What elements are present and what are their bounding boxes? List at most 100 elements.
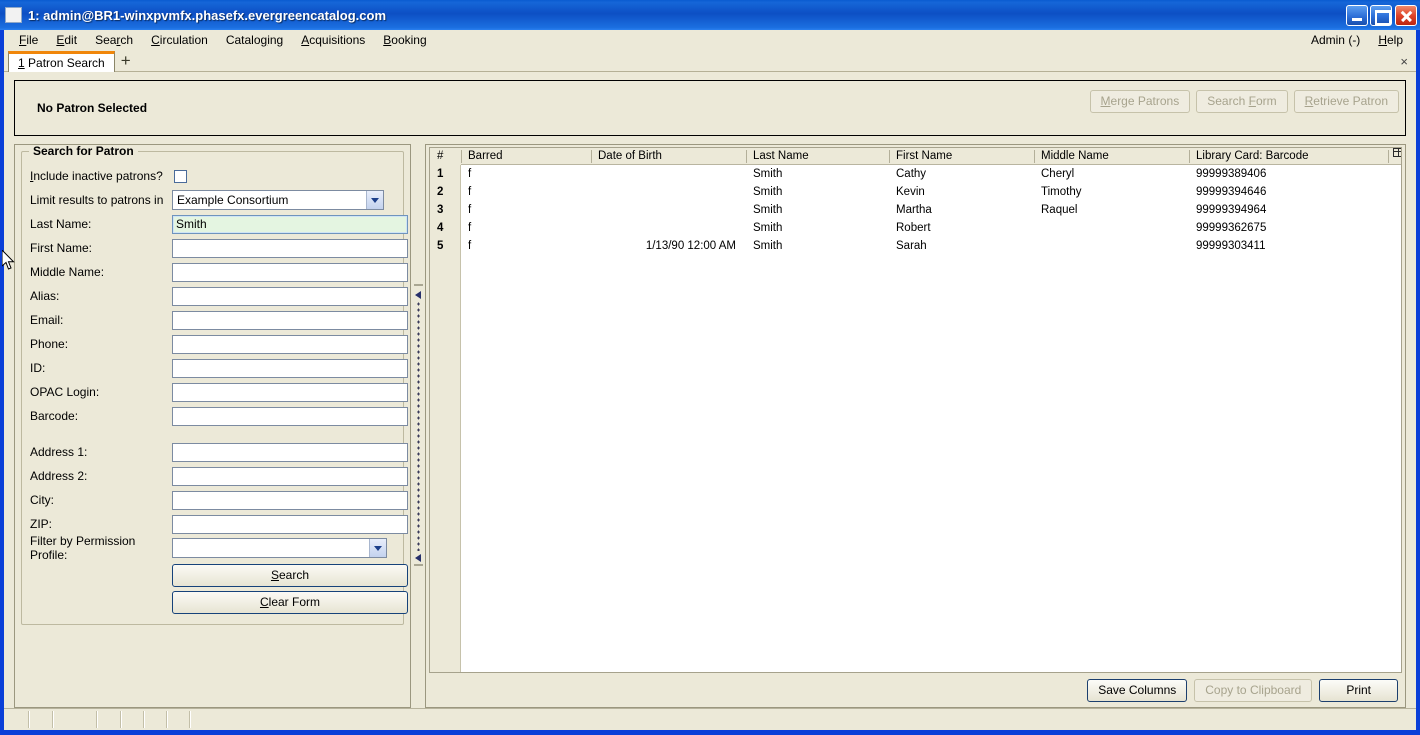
splitter-tick-top [414,284,423,286]
print-button[interactable]: Print [1319,678,1398,702]
table-row[interactable]: 4 f Smith Robert 99999362675 [430,219,1401,237]
row-field-0: Last Name: [30,212,408,236]
menu-admin[interactable]: Admin (-) [1302,31,1369,49]
table-row[interactable]: 1 f Smith Cathy Cheryl 99999389406 [430,165,1401,183]
menu-cataloging[interactable]: Cataloging [217,31,292,49]
cell-dob [591,201,746,219]
form-spacer [30,428,395,440]
cell-barcode: 99999394964 [1196,204,1267,216]
patron-bar-buttons: Merge Patrons Search Form Retrieve Patro… [1089,90,1399,113]
row-field-3: Alias: [30,284,408,308]
save-columns-button[interactable]: Save Columns [1087,678,1188,702]
new-tab-button[interactable]: + [115,51,137,71]
field-label: Last Name: [30,217,92,231]
close-button[interactable] [1395,4,1417,26]
input-email[interactable] [172,310,408,330]
input-middlename[interactable] [172,262,408,282]
cell-dob: 1/13/90 12:00 AM [645,240,736,252]
input-id[interactable] [172,358,408,378]
menu-search[interactable]: Search [86,31,142,49]
cell-first: Kevin [896,186,925,198]
menu-circulation[interactable]: Circulation [142,31,217,49]
row-address-3: ZIP: [30,512,408,536]
column-header[interactable]: Library Card: Barcode [1189,148,1388,165]
column-header[interactable]: First Name [889,148,1034,165]
cell-barcode: 99999389406 [1196,168,1267,180]
address-label: Address 2: [30,469,88,483]
splitter-grip[interactable] [417,301,420,551]
column-header[interactable]: Date of Birth [591,148,746,165]
cell-dob [591,219,746,237]
column-header[interactable]: Last Name [746,148,889,165]
input-lastname[interactable] [172,214,408,234]
status-bar [4,708,1416,730]
column-header[interactable]: Barred [461,148,591,165]
row-field-2: Middle Name: [30,260,408,284]
input-address1[interactable] [172,442,408,462]
limit-results-label: Limit results to patrons in [30,193,164,207]
splitter-tick-bottom [414,564,423,566]
permission-profile-label: Filter by Permission Profile: [30,534,136,562]
results-grid-body: 1 f Smith Cathy Cheryl 99999389406 2 f Smith Kevi… [430,165,1401,672]
input-city[interactable] [172,490,408,510]
status-cell-4 [98,711,122,728]
menu-file[interactable]: File [10,31,47,49]
pane-splitter[interactable] [411,144,425,708]
cell-middle: Raquel [1041,204,1078,216]
input-opaclogin[interactable] [172,382,408,402]
input-alias[interactable] [172,286,408,306]
menu-help[interactable]: Help [1369,31,1412,49]
include-inactive-checkbox[interactable] [174,169,187,183]
address-label: Address 1: [30,445,88,459]
input-phone[interactable] [172,334,408,354]
results-pane: # Barred Date of Birth Last Name First Name M… [425,144,1406,708]
search-form-button[interactable]: Search Form [1196,90,1288,113]
cell-first: Sarah [896,240,927,252]
table-row[interactable]: 2 f Smith Kevin Timothy 99999394646 [430,183,1401,201]
cell-dob [591,183,746,201]
minimize-button[interactable] [1346,4,1368,26]
permission-profile-select[interactable] [172,538,387,558]
cell-middle [1034,237,1189,255]
input-firstname[interactable] [172,238,408,258]
retrieve-patron-button[interactable]: Retrieve Patron [1293,90,1399,113]
splitter-collapse-arrow-top[interactable] [414,290,423,299]
menu-edit[interactable]: Edit [47,31,86,49]
cell-barcode: 99999362675 [1196,222,1267,234]
field-label: First Name: [30,241,93,255]
cell-last: Smith [753,186,783,198]
cell-last: Smith [753,168,783,180]
cell-barcode: 99999394646 [1196,186,1267,198]
menu-acquisitions[interactable]: Acquisitions [292,31,374,49]
copy-to-clipboard-button[interactable]: Copy to Clipboard [1194,678,1313,702]
cell-num: 2 [437,186,444,198]
menu-booking[interactable]: Booking [374,31,435,49]
tab-patron-search[interactable]: 1 Patron Search [8,51,115,72]
client-area: File Edit Search Circulation Cataloging … [4,30,1416,730]
cell-last: Smith [753,240,783,252]
column-picker-icon[interactable] [1393,148,1401,160]
column-picker-cell[interactable] [1388,148,1401,165]
table-row[interactable]: 3 f Smith Martha Raquel 99999394964 [430,201,1401,219]
status-cell-message [191,711,1416,728]
column-header[interactable]: Middle Name [1034,148,1189,165]
column-header[interactable]: # [430,148,461,165]
patron-status-label: No Patron Selected [37,101,148,115]
results-grid: # Barred Date of Birth Last Name First Name M… [429,147,1402,673]
clear-form-button[interactable]: Clear Form [172,591,408,614]
chevron-down-icon [369,539,386,557]
table-row[interactable]: 5 f 1/13/90 12:00 AM Smith Sarah 99999303411 [430,237,1401,255]
limit-results-select[interactable]: Example Consortium [172,190,384,210]
cell-first: Robert [896,222,931,234]
close-tab-icon[interactable]: × [1400,54,1408,69]
merge-patrons-button[interactable]: Merge Patrons [1089,90,1191,113]
search-button[interactable]: Search [172,564,408,587]
input-barcode[interactable] [172,406,408,426]
input-zip[interactable] [172,514,408,534]
maximize-button[interactable] [1370,4,1392,26]
splitter-collapse-arrow-bottom[interactable] [414,553,423,562]
input-address2[interactable] [172,466,408,486]
row-address-0: Address 1: [30,440,408,464]
address-fields-container: Address 1: Address 2: City: ZIP: [30,440,408,536]
field-label: Alias: [30,289,60,303]
